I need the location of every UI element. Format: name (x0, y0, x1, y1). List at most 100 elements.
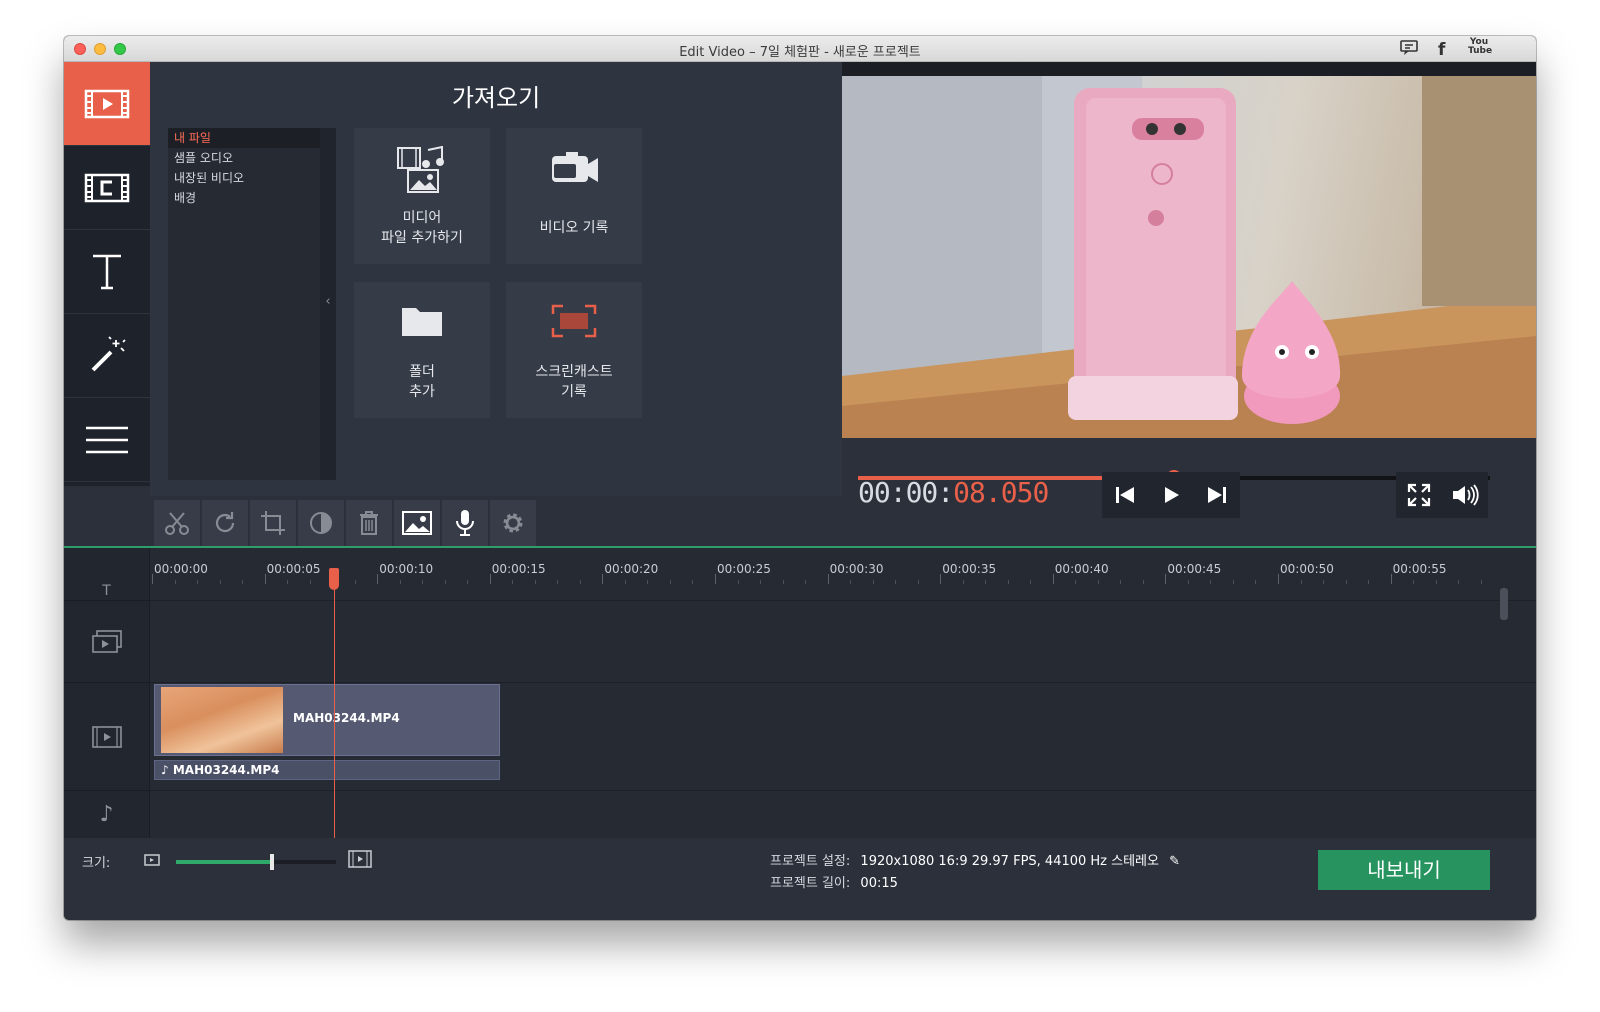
ruler-minor-tick (354, 580, 356, 584)
record-video-button[interactable]: 비디오 기록 (506, 128, 642, 264)
ruler-minor-tick (1435, 580, 1437, 584)
import-panel: 가져오기 내 파일 샘플 오디오 내장된 비디오 배경 ‹ 미디어 파일 추가하… (150, 62, 842, 496)
ruler-minor-tick (669, 580, 671, 584)
fullscreen-button[interactable] (1396, 472, 1442, 518)
collapse-list-button[interactable]: ‹ (320, 128, 336, 480)
project-settings: 프로젝트 설정: 1920x1080 16:9 29.97 FPS, 44100… (770, 850, 1180, 869)
film-c-icon (84, 173, 130, 202)
audio-track-header: ♪ (64, 790, 150, 838)
trash-icon (360, 511, 378, 535)
text-icon (93, 254, 121, 289)
zoom-in-icon[interactable] (348, 850, 372, 868)
play-icon (1165, 487, 1179, 503)
video-camera-icon (552, 152, 598, 182)
timeline-scrollbar[interactable] (1500, 588, 1508, 620)
ruler-tick-label: 00:00:50 (1280, 562, 1334, 576)
ruler-tick-label: 00:00:25 (717, 562, 771, 576)
crop-button[interactable] (250, 500, 296, 546)
ruler-minor-tick (579, 580, 581, 584)
skip-back-button[interactable] (1102, 472, 1148, 518)
contrast-icon (310, 512, 332, 534)
export-button[interactable]: 내보내기 (1318, 850, 1490, 890)
feedback-icon[interactable] (1400, 40, 1418, 60)
overlay-track-icon (91, 629, 122, 653)
youtube-icon[interactable]: You Tube (1468, 38, 1492, 56)
play-button[interactable] (1148, 472, 1194, 518)
ruler-minor-tick (737, 580, 739, 584)
ruler-tick-label: 00:00:35 (942, 562, 997, 576)
ruler-tick-label: 00:00:15 (491, 562, 546, 576)
ruler-tick-label: 00:00:40 (1054, 562, 1109, 576)
settings-button[interactable] (490, 500, 536, 546)
file-category-list: 내 파일 샘플 오디오 내장된 비디오 배경 (168, 128, 320, 480)
cut-button[interactable] (154, 500, 200, 546)
video-preview (842, 62, 1536, 496)
playhead-handle[interactable] (329, 568, 339, 590)
clip-name: MAH03244.MP4 (293, 711, 400, 725)
rotate-button[interactable] (202, 500, 248, 546)
zoom-slider[interactable] (176, 854, 336, 870)
audio-clip-name: MAH03244.MP4 (172, 763, 280, 777)
list-item-sample-audio[interactable]: 샘플 오디오 (168, 148, 320, 168)
ruler-minor-tick (467, 580, 469, 584)
overlay-track[interactable] (150, 600, 1536, 682)
edit-settings-icon[interactable]: ✎ (1169, 854, 1180, 869)
timecode-main: 00:00: (858, 476, 954, 509)
ruler-minor-tick (1255, 580, 1257, 584)
delete-button[interactable] (346, 500, 392, 546)
tile-label: 파일 추가하기 (381, 230, 463, 246)
add-media-files-button[interactable]: 미디어 파일 추가하기 (354, 128, 490, 264)
sidebar-item-filters[interactable] (64, 146, 150, 230)
window-title: Edit Video – 7일 체험판 - 새로운 프로젝트 (679, 45, 921, 60)
ruler-tick (264, 574, 266, 584)
ruler-tick-label: 00:00:10 (379, 562, 434, 576)
ruler-minor-tick (647, 580, 649, 584)
timecode: 00:00:08.050 (858, 476, 1049, 509)
list-item-background[interactable]: 배경 (168, 188, 320, 208)
sidebar-item-titles[interactable] (64, 230, 150, 314)
image-button[interactable] (394, 500, 440, 546)
ruler-minor-tick (512, 580, 514, 584)
audio-track[interactable] (150, 790, 1536, 838)
crop-icon (261, 511, 285, 535)
edit-toolbar (150, 496, 842, 546)
ruler-minor-tick (782, 580, 784, 584)
video-clip[interactable]: MAH03244.MP4 (154, 684, 500, 756)
color-adjust-button[interactable] (298, 500, 344, 546)
ruler-tick-label: 00:00:05 (266, 562, 321, 576)
list-item-my-files[interactable]: 내 파일 (168, 128, 320, 148)
volume-button[interactable] (1442, 472, 1488, 518)
record-voice-button[interactable] (442, 500, 488, 546)
ruler-minor-tick (1030, 580, 1032, 584)
volume-icon (1453, 484, 1479, 506)
zoom-slider-thumb[interactable] (270, 854, 274, 870)
skip-forward-button[interactable] (1194, 472, 1240, 518)
time-ruler: 00:00:00 00:00:05 00:00:10 00:00:15 00:00:20… (150, 548, 1536, 588)
sidebar-item-more[interactable] (64, 398, 150, 482)
sidebar-item-effects[interactable] (64, 314, 150, 398)
ruler-minor-tick (872, 580, 874, 584)
sidebar-item-import[interactable] (64, 62, 150, 146)
ruler-minor-tick (1187, 580, 1189, 584)
ruler-minor-tick (850, 580, 852, 584)
skip-forward-icon (1208, 487, 1226, 503)
list-item-builtin-video[interactable]: 내장된 비디오 (168, 168, 320, 188)
facebook-icon[interactable]: f (1438, 40, 1445, 60)
length-value: 00:15 (860, 876, 898, 891)
ruler-tick (489, 574, 491, 584)
ruler-tick-label: 00:00:00 (154, 562, 208, 576)
audio-clip[interactable]: ♪ MAH03244.MP4 (154, 760, 500, 780)
add-folder-button[interactable]: 폴더 추가 (354, 282, 490, 418)
image-icon (402, 511, 432, 535)
video-track-icon (91, 725, 122, 748)
media-files-icon (397, 146, 444, 193)
zoom-out-icon[interactable] (144, 854, 160, 866)
ruler-minor-tick (1120, 580, 1122, 584)
ruler-minor-tick (309, 580, 311, 584)
record-screencast-button[interactable]: 스크린캐스트 기록 (506, 282, 642, 418)
ruler-minor-tick (895, 580, 897, 584)
ruler-minor-tick (219, 580, 221, 584)
gear-icon (503, 513, 523, 533)
timeline: T ♪ 00:00:00 00:00:05 00:00:10 00:00:15 00:0… (64, 548, 1536, 838)
tile-label: 비디오 기록 (539, 220, 609, 236)
